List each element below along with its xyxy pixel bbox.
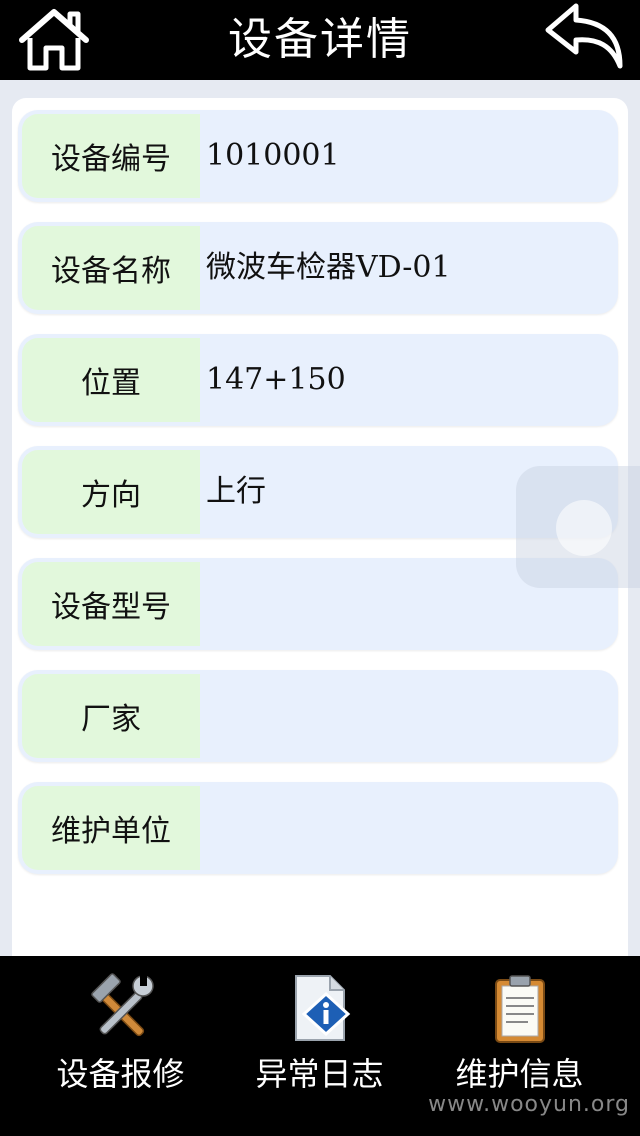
tab-label: 设备报修 [56, 1055, 185, 1093]
assistive-dot-icon [556, 500, 612, 556]
floating-assistive-button[interactable] [516, 466, 640, 588]
back-arrow-icon [545, 3, 623, 69]
detail-row-device-id: 设备编号 1010001 [18, 110, 618, 202]
detail-label: 维护单位 [22, 786, 200, 870]
detail-row-location: 位置 147+150 [18, 334, 618, 426]
detail-label: 方向 [22, 450, 200, 534]
detail-row-device-name: 设备名称 微波车检器VD-01 [18, 222, 618, 314]
detail-row-manufacturer: 厂家 [18, 670, 618, 762]
tab-label: 异常日志 [255, 1055, 384, 1093]
detail-value: 1010001 [206, 138, 340, 173]
tab-exception-log[interactable]: 异常日志 [213, 956, 426, 1136]
tools-icon [90, 973, 154, 1037]
header-bar: 设备详情 [0, 0, 640, 80]
watermark-text: www.wooyun.org [428, 1092, 630, 1117]
detail-label: 厂家 [22, 674, 200, 758]
detail-label: 设备编号 [22, 114, 200, 198]
detail-value: 微波车检器VD-01 [206, 250, 451, 285]
info-document-icon [294, 975, 350, 1041]
detail-row-maintenance-unit: 维护单位 [18, 782, 618, 874]
detail-label: 设备名称 [22, 226, 200, 310]
detail-value: 上行 [206, 474, 266, 509]
tab-label: 维护信息 [455, 1055, 584, 1093]
detail-label: 位置 [22, 338, 200, 422]
clipboard-icon [494, 975, 545, 1043]
detail-value: 147+150 [206, 362, 346, 397]
tab-device-repair[interactable]: 设备报修 [14, 956, 227, 1136]
detail-label: 设备型号 [22, 562, 200, 646]
back-button[interactable] [540, 0, 630, 72]
